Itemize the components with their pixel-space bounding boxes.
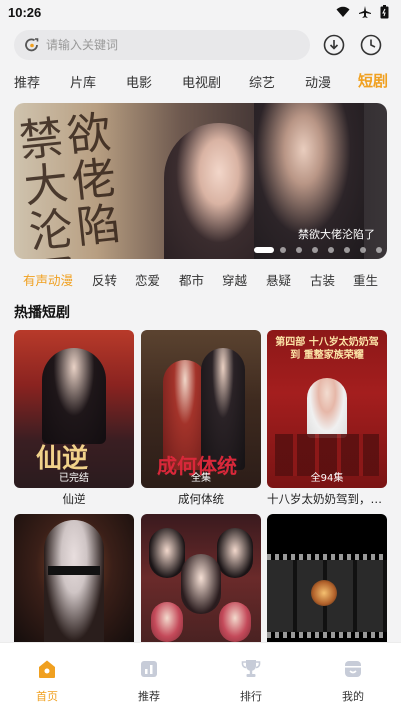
drama-card[interactable] <box>267 514 387 642</box>
poster-figure <box>44 520 104 642</box>
banner-dot[interactable] <box>360 247 366 253</box>
drama-poster <box>14 514 134 642</box>
banner-dot[interactable] <box>254 247 274 253</box>
drama-card[interactable] <box>14 514 134 642</box>
nav-home-label: 首页 <box>36 690 58 703</box>
tab-short-drama[interactable]: 短剧 <box>358 70 388 91</box>
bottom-nav: 首页 推荐 排行 我的 <box>0 642 401 713</box>
banner-caption: 禁欲大佬沦陷了 <box>298 228 375 241</box>
tab-tv-series[interactable]: 电视剧 <box>182 72 221 91</box>
poster-figure <box>307 378 347 438</box>
nav-recommend-label: 推荐 <box>138 690 160 703</box>
featured-banner[interactable]: 禁欲大佬沦陷了 禁欲大佬沦陷了 <box>14 103 387 259</box>
tab-movies[interactable]: 电影 <box>126 72 152 91</box>
drama-poster: 仙逆 已完结 <box>14 330 134 488</box>
history-button[interactable] <box>358 32 384 58</box>
battery-icon <box>380 5 389 19</box>
tab-anime[interactable]: 动漫 <box>305 72 331 91</box>
banner-dot[interactable] <box>280 247 286 253</box>
section-title: 热播短剧 <box>14 305 70 321</box>
genre-twist[interactable]: 反转 <box>92 270 117 289</box>
genre-time-travel[interactable]: 穿越 <box>222 270 247 289</box>
drama-card[interactable]: 成何体统 全集 成何体统 <box>141 330 261 507</box>
tab-library[interactable]: 片库 <box>70 72 96 91</box>
genre-costume[interactable]: 古装 <box>310 270 335 289</box>
poster-figure <box>151 602 183 642</box>
nav-recommend[interactable]: 推荐 <box>119 657 179 704</box>
genre-audio-anime[interactable]: 有声动漫 <box>23 270 73 289</box>
drama-poster <box>267 514 387 642</box>
status-badge: 已完结 <box>59 473 89 484</box>
airplane-icon <box>359 6 371 18</box>
nav-ranking[interactable]: 排行 <box>221 657 281 704</box>
wifi-icon <box>336 6 350 17</box>
banner-pagination <box>14 247 387 253</box>
genre-urban[interactable]: 都市 <box>179 270 204 289</box>
download-button[interactable] <box>321 32 347 58</box>
poster-figure <box>42 348 106 444</box>
tab-variety[interactable]: 综艺 <box>249 72 275 91</box>
poster-figure <box>149 528 185 578</box>
genre-tabs: 有声动漫 反转 恋爱 都市 穿越 悬疑 古装 重生 <box>0 270 401 290</box>
banner-dot[interactable] <box>344 247 350 253</box>
poster-blindfold <box>48 566 100 575</box>
search-input[interactable] <box>46 38 286 52</box>
profile-icon <box>345 661 361 677</box>
poster-figure <box>219 602 251 642</box>
poster-candle <box>311 580 337 606</box>
banner-dot[interactable] <box>376 247 382 253</box>
status-badge: 全94集 <box>310 473 344 484</box>
chart-icon <box>141 661 157 677</box>
drama-poster: 第四部 十八岁太奶奶驾到 重整家族荣耀 全94集 <box>267 330 387 488</box>
drama-title: 十八岁太奶奶驾到，重整家族荣耀 <box>267 492 387 506</box>
home-icon <box>39 660 55 678</box>
nav-profile-label: 我的 <box>342 690 364 703</box>
status-bar: 10:26 <box>0 0 401 24</box>
download-icon <box>323 34 345 56</box>
status-time: 10:26 <box>8 4 42 20</box>
banner-dot[interactable] <box>312 247 318 253</box>
drama-poster: 成何体统 全集 <box>141 330 261 488</box>
poster-title-art: 第四部 十八岁太奶奶驾到 重整家族荣耀 <box>275 337 379 361</box>
search-box[interactable] <box>14 30 310 60</box>
tab-recommend[interactable]: 推荐 <box>14 72 40 91</box>
status-badge: 全集 <box>191 473 211 484</box>
clock-icon <box>360 34 382 56</box>
banner-dot[interactable] <box>296 247 302 253</box>
drama-card[interactable] <box>141 514 261 642</box>
genre-rebirth[interactable]: 重生 <box>353 270 378 289</box>
search-row <box>14 30 389 60</box>
poster-figure <box>217 528 253 578</box>
genre-mystery[interactable]: 悬疑 <box>266 270 291 289</box>
banner-dot[interactable] <box>328 247 334 253</box>
nav-home[interactable]: 首页 <box>17 657 77 704</box>
status-icons <box>336 5 389 19</box>
nav-ranking-label: 排行 <box>240 690 262 703</box>
poster-figure <box>181 554 221 614</box>
drama-title: 仙逆 <box>62 492 86 506</box>
category-tabs: 推荐 片库 电影 电视剧 综艺 动漫 短剧 <box>0 68 401 94</box>
drama-poster <box>141 514 261 642</box>
trophy-icon <box>241 660 261 677</box>
nav-profile[interactable]: 我的 <box>323 657 383 704</box>
drama-title: 成何体统 <box>178 492 224 506</box>
banner-calligraphy: 禁欲大佬沦陷了 <box>16 106 128 259</box>
genre-romance[interactable]: 恋爱 <box>135 270 160 289</box>
search-icon <box>25 38 39 52</box>
drama-card[interactable]: 第四部 十八岁太奶奶驾到 重整家族荣耀 全94集 十八岁太奶奶驾到，重整家族荣耀 <box>267 330 387 507</box>
drama-card[interactable]: 仙逆 已完结 仙逆 <box>14 330 134 507</box>
